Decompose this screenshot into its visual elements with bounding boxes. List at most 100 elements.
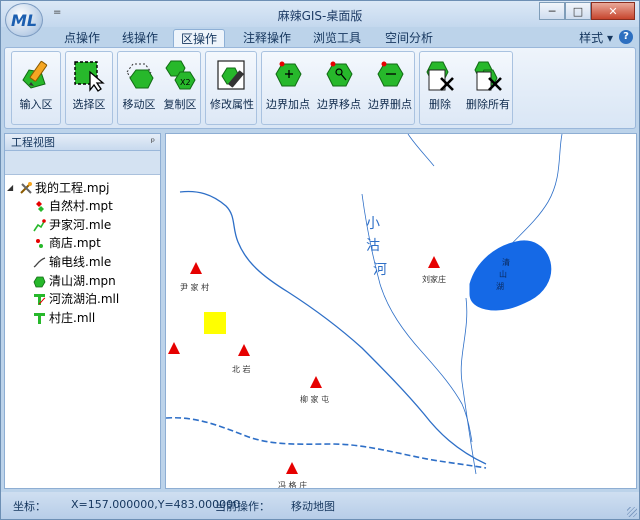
tree-item-label: 村庄.mll bbox=[49, 311, 96, 326]
status-bar: 坐标： X=157.000000,Y=483.000000 当前操作： 移动地图 bbox=[1, 492, 639, 519]
panel-title-text: 工程视图 bbox=[11, 136, 55, 149]
delete-label: 删除 bbox=[429, 98, 451, 111]
label-layer-icon bbox=[34, 313, 45, 325]
point-layer-icon bbox=[36, 201, 44, 212]
panel-toolbar bbox=[5, 151, 160, 175]
style-menu-label: 样式 bbox=[579, 31, 604, 45]
move-vertex-icon bbox=[322, 58, 356, 92]
delete-icon bbox=[423, 58, 457, 92]
tree-item-label: 输电线.mle bbox=[49, 255, 112, 270]
app-logo-text: ML bbox=[11, 11, 38, 30]
village-marker bbox=[310, 376, 322, 388]
copy-area-button[interactable]: X2 复制区 bbox=[160, 58, 200, 112]
delete-vertex-icon bbox=[373, 58, 407, 92]
village-label: 刘家庄 bbox=[422, 274, 446, 284]
delete-button[interactable]: 删除 bbox=[420, 58, 460, 112]
maximize-button[interactable]: □ bbox=[565, 2, 591, 20]
village-marker bbox=[168, 342, 180, 354]
lake-label-char: 清 bbox=[502, 257, 510, 267]
boundary-delete-point-button[interactable]: 边界删点 bbox=[364, 58, 416, 112]
title-bar: 麻辣GIS-桌面版 = ─ □ ✕ bbox=[1, 1, 639, 27]
river-label-char: 沽 bbox=[366, 238, 380, 254]
ribbon-group-boundary: 边界加点 边界移点 边界删点 bbox=[261, 51, 415, 125]
shop-marker bbox=[204, 312, 226, 334]
ribbon-group-delete: 删除 删除所有 bbox=[419, 51, 513, 125]
map-view[interactable]: 清 山 湖 小 沽 河 尹 家 村 刘家庄 北 岩 柳 家 屯 冯 格 庄 bbox=[165, 133, 637, 489]
map-canvas[interactable]: 清 山 湖 小 沽 河 尹 家 村 刘家庄 北 岩 柳 家 屯 冯 格 庄 bbox=[166, 134, 637, 489]
add-vertex-icon bbox=[271, 58, 305, 92]
app-window: 麻辣GIS-桌面版 = ─ □ ✕ ML 点操作 线操作 区操作 注释操作 浏览… bbox=[0, 0, 640, 520]
boundary-delete-point-label: 边界删点 bbox=[368, 98, 412, 111]
ribbon-group-move-copy: 移动区 X2 复制区 bbox=[117, 51, 201, 125]
delete-all-button[interactable]: 删除所有 bbox=[462, 58, 514, 112]
ribbon-group-select: 选择区 bbox=[65, 51, 113, 125]
tree-item-label: 清山湖.mpn bbox=[49, 273, 116, 288]
minimize-button[interactable]: ─ bbox=[539, 2, 565, 20]
boundary-add-point-button[interactable]: 边界加点 bbox=[262, 58, 314, 112]
move-area-label: 移动区 bbox=[122, 98, 156, 111]
tab-annotation-ops[interactable]: 注释操作 bbox=[237, 29, 297, 47]
move-area-button[interactable]: 移动区 bbox=[119, 58, 159, 112]
boundary-move-point-button[interactable]: 边界移点 bbox=[313, 58, 365, 112]
tab-area-ops[interactable]: 区操作 bbox=[173, 29, 225, 47]
tree-item-layer[interactable]: 村庄.mll bbox=[5, 309, 160, 328]
tree-expander-icon[interactable]: ◢ bbox=[7, 179, 13, 197]
line-layer-icon bbox=[33, 257, 46, 268]
tree-item-layer[interactable]: 输电线.mle bbox=[5, 253, 160, 272]
close-button[interactable]: ✕ bbox=[591, 2, 635, 20]
river-label-char: 河 bbox=[373, 262, 387, 278]
village-marker bbox=[428, 256, 440, 268]
village-marker bbox=[286, 462, 298, 474]
help-icon[interactable]: ? bbox=[619, 30, 633, 44]
quick-access-toolbar[interactable]: = bbox=[53, 7, 61, 18]
select-area-icon bbox=[72, 58, 106, 92]
move-area-icon bbox=[122, 58, 156, 92]
project-tree: ◢ 我的工程.mpj 自然村.mpt 尹家河.mle 商店.mpt 输电线.ml… bbox=[5, 175, 160, 328]
ribbon-group-props: 修改属性 bbox=[205, 51, 257, 125]
tree-item-layer[interactable]: 尹家河.mle bbox=[5, 216, 160, 235]
copy-badge: X2 bbox=[180, 78, 191, 87]
tree-item-label: 尹家河.mle bbox=[49, 217, 112, 232]
chevron-down-icon: ▾ bbox=[606, 31, 613, 45]
point-layer-icon bbox=[36, 239, 43, 249]
modify-props-button[interactable]: 修改属性 bbox=[206, 58, 258, 112]
current-operation-label: 当前操作： bbox=[215, 500, 270, 513]
river-label-char: 小 bbox=[366, 216, 380, 232]
tab-point-ops[interactable]: 点操作 bbox=[59, 29, 105, 47]
delete-all-icon bbox=[471, 58, 505, 92]
tab-browse-tools[interactable]: 浏览工具 bbox=[307, 29, 367, 47]
ribbon-panel: 输入区 选择区 移动区 X2 复制区 修改属性 边界加点 边界移点 边界删点 删… bbox=[4, 47, 636, 129]
boundary-move-point-label: 边界移点 bbox=[317, 98, 361, 111]
style-menu[interactable]: 样式 ▾ bbox=[579, 29, 613, 46]
river-line bbox=[460, 297, 477, 475]
input-area-button[interactable]: 输入区 bbox=[14, 58, 58, 112]
input-area-icon bbox=[19, 58, 53, 92]
app-menu-button[interactable]: ML bbox=[5, 3, 43, 37]
coordinate-label: 坐标： bbox=[13, 500, 46, 513]
current-operation-value: 移动地图 bbox=[291, 500, 335, 513]
tab-line-ops[interactable]: 线操作 bbox=[117, 29, 163, 47]
tree-item-layer[interactable]: 清山湖.mpn bbox=[5, 272, 160, 291]
ribbon-group-input: 输入区 bbox=[11, 51, 61, 125]
tab-spatial-analysis[interactable]: 空间分析 bbox=[379, 29, 439, 47]
input-area-label: 输入区 bbox=[19, 98, 53, 111]
project-tools-icon bbox=[20, 182, 32, 194]
resize-grip[interactable] bbox=[627, 507, 637, 517]
lake-polygon bbox=[469, 240, 552, 311]
village-label: 尹 家 村 bbox=[180, 282, 209, 292]
tree-root[interactable]: ◢ 我的工程.mpj bbox=[5, 179, 160, 197]
village-label: 北 岩 bbox=[232, 364, 251, 374]
window-controls: ─ □ ✕ bbox=[539, 2, 635, 20]
select-area-button[interactable]: 选择区 bbox=[68, 58, 110, 112]
river-line bbox=[503, 134, 563, 253]
tree-item-layer[interactable]: 自然村.mpt bbox=[5, 197, 160, 216]
tree-item-layer[interactable]: 商店.mpt bbox=[5, 234, 160, 253]
village-label: 柳 家 屯 bbox=[300, 394, 329, 404]
edit-properties-icon bbox=[215, 58, 249, 92]
village-marker bbox=[190, 262, 202, 274]
pin-icon[interactable]: ᵖ bbox=[151, 134, 155, 151]
modify-props-label: 修改属性 bbox=[210, 98, 254, 111]
tree-item-layer[interactable]: 河流湖泊.mll bbox=[5, 290, 160, 309]
tree-item-label: 自然村.mpt bbox=[49, 199, 113, 213]
ribbon-tabs: 点操作 线操作 区操作 注释操作 浏览工具 空间分析 样式 ▾ ? bbox=[1, 27, 639, 47]
